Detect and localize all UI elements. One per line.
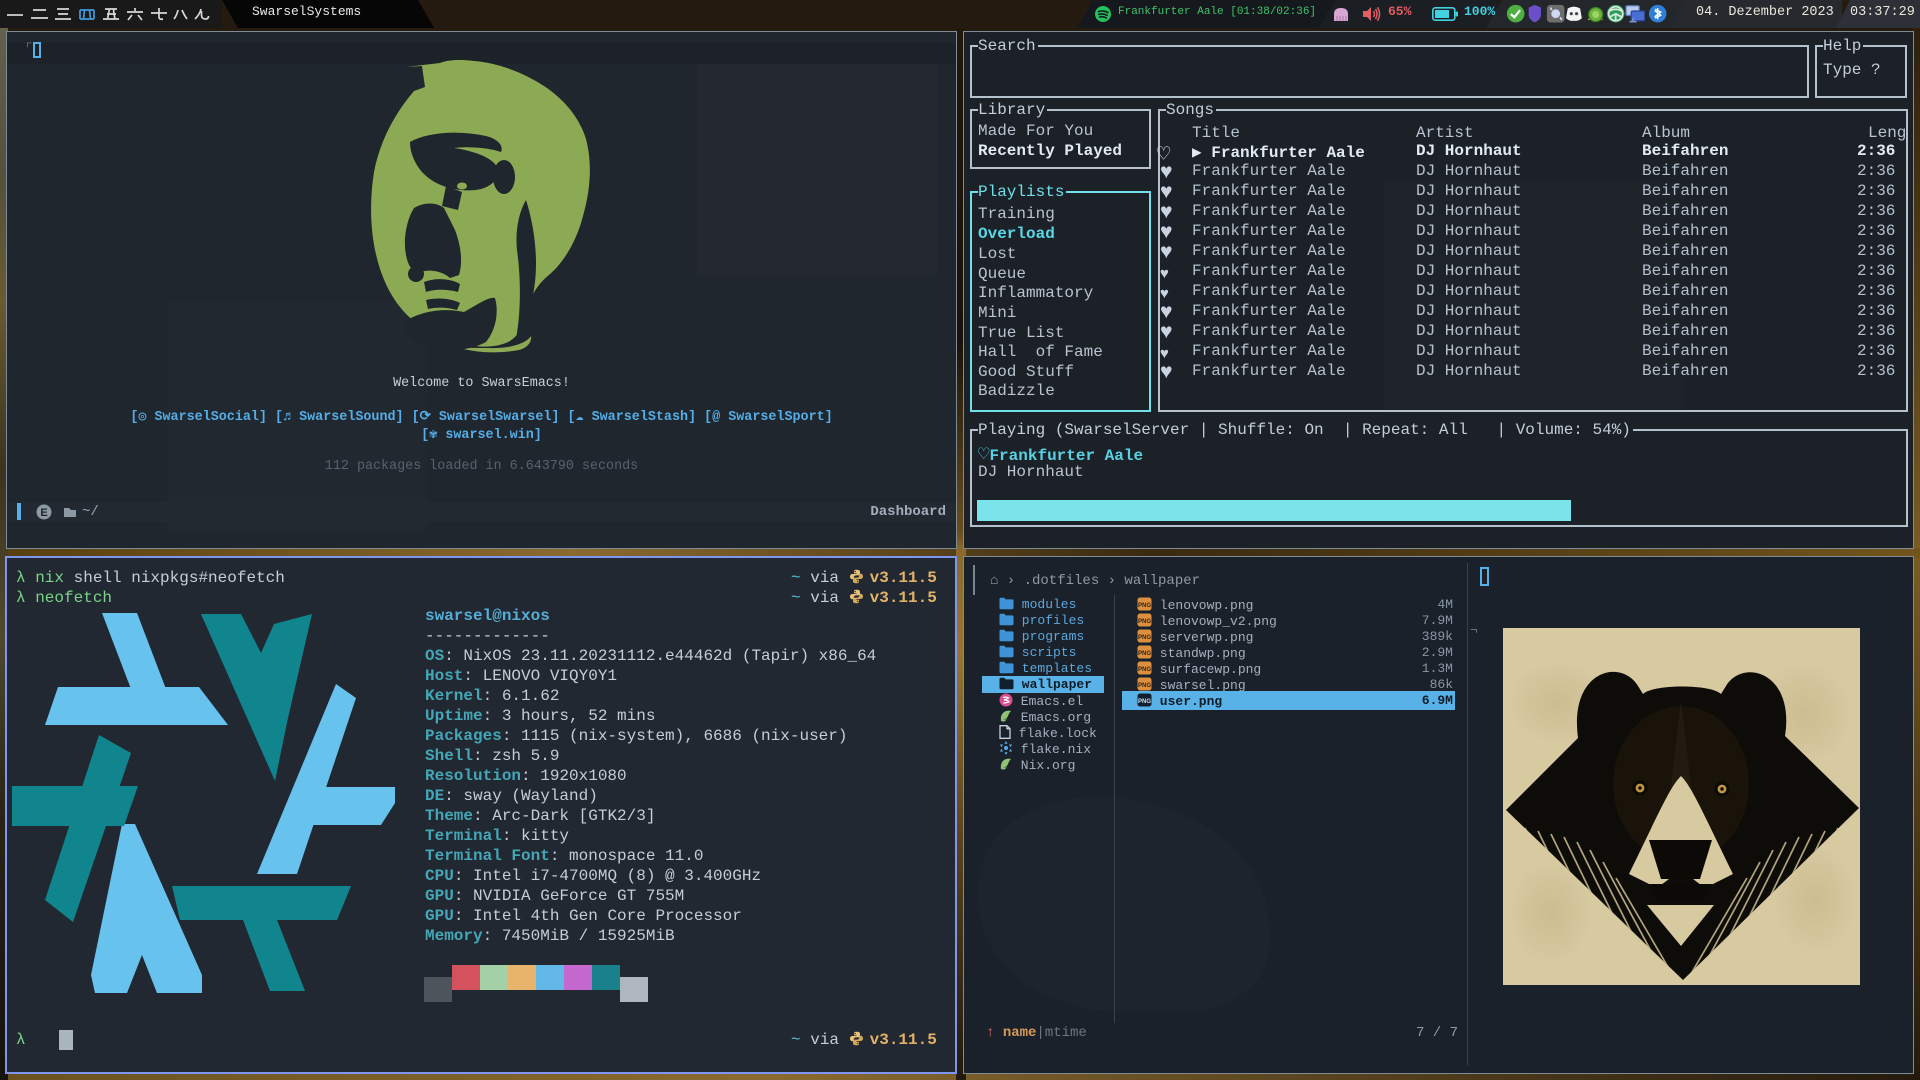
svg-text:PNG: PNG [1138, 683, 1151, 689]
svg-text:PNG: PNG [1138, 635, 1151, 641]
svg-text:PNG: PNG [1138, 699, 1151, 705]
svg-text:PNG: PNG [1138, 651, 1151, 657]
svg-text:PNG: PNG [1138, 603, 1151, 609]
svg-text:E: E [40, 507, 47, 519]
svg-text:PNG: PNG [1138, 619, 1151, 625]
svg-text:PNG: PNG [1138, 667, 1151, 673]
